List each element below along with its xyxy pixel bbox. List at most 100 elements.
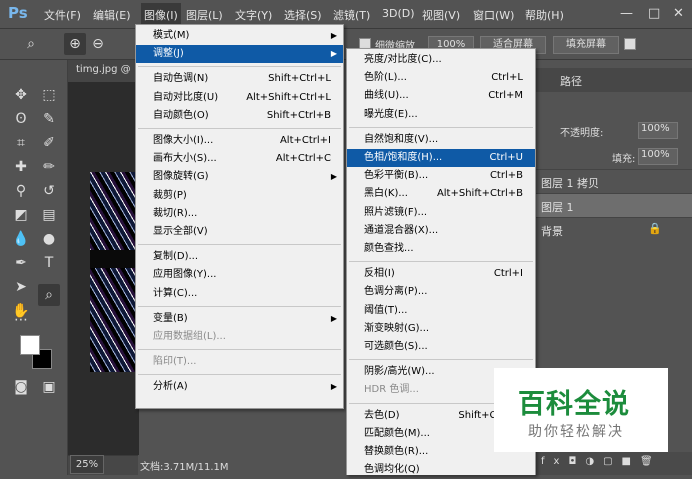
menu-2[interactable]: 图像(I) <box>141 3 181 25</box>
zoom-tool-icon[interactable]: ⌕ <box>20 33 42 55</box>
brush-tool-icon[interactable]: ✏ <box>38 156 60 178</box>
more-tools-icon[interactable]: ⋯ <box>10 309 32 331</box>
menu-item[interactable]: 模式(M) ▶ <box>136 27 343 45</box>
menu-item[interactable]: 曲线(U)... Ctrl+M <box>347 87 535 105</box>
opacity-label: 不透明度: <box>560 128 604 139</box>
fill-screen-button[interactable]: 填充屏幕 <box>553 36 619 54</box>
menu-item[interactable]: 通道混合器(X)... <box>347 222 535 240</box>
menu-item[interactable]: 黑白(K)... Alt+Shift+Ctrl+B <box>347 185 535 203</box>
quick-select-icon[interactable]: ✎ <box>38 108 60 130</box>
menu-8[interactable]: 视图(V) <box>422 7 460 23</box>
menu-item[interactable]: 画布大小(S)... Alt+Ctrl+C <box>136 150 343 168</box>
menu-3[interactable]: 图层(L) <box>186 7 223 23</box>
menu-item-label: 复制(D)... <box>153 251 199 263</box>
eraser-tool-icon[interactable]: ◩ <box>10 204 32 226</box>
menu-item[interactable]: 自动对比度(U) Alt+Shift+Ctrl+L <box>136 89 343 107</box>
menu-6[interactable]: 滤镜(T) <box>333 7 370 23</box>
menu-10[interactable]: 帮助(H) <box>525 7 564 23</box>
gradient-tool-icon[interactable]: ▤ <box>38 204 60 226</box>
layer-row-selected[interactable]: 图层 1 <box>535 193 692 217</box>
menu-5[interactable]: 选择(S) <box>284 7 322 23</box>
healing-brush-icon[interactable]: ✚ <box>10 156 32 178</box>
submenu-arrow-icon: ▶ <box>330 313 337 323</box>
menu-item-label: 去色(D) <box>364 409 400 421</box>
menu-item[interactable]: 图像旋转(G) ▶ <box>136 168 343 186</box>
minimize-button[interactable]: — <box>620 6 633 21</box>
menu-item-label: 自然饱和度(V)... <box>364 133 439 145</box>
menu-item[interactable]: 颜色查找... <box>347 240 535 258</box>
menu-item-label: 裁切(R)... <box>153 207 198 219</box>
tab-paths[interactable]: 路径 <box>560 73 582 89</box>
menu-4[interactable]: 文字(Y) <box>235 7 272 23</box>
path-select-icon[interactable]: ➤ <box>10 276 32 298</box>
menu-item-label: 反相(I) <box>364 268 395 280</box>
menu-item[interactable]: 色阶(L)... Ctrl+L <box>347 69 535 87</box>
menu-item[interactable]: 色相/饱和度(H)... Ctrl+U <box>347 149 535 167</box>
menu-1[interactable]: 编辑(E) <box>93 7 131 23</box>
menu-item[interactable]: 计算(C)... <box>136 285 343 303</box>
menu-item[interactable]: 可选颜色(S)... <box>347 338 535 356</box>
screen-mode-icon[interactable]: ▣ <box>38 376 60 398</box>
menu-item[interactable]: 应用图像(Y)... <box>136 266 343 284</box>
history-brush-icon[interactable]: ↺ <box>38 180 60 202</box>
checkbox[interactable] <box>624 38 636 50</box>
marquee-tool-icon[interactable]: ⬚ <box>38 84 60 106</box>
menu-item-label: 色调分离(P)... <box>364 286 428 298</box>
menu-item[interactable]: 色彩平衡(B)... Ctrl+B <box>347 167 535 185</box>
opacity-input[interactable]: 100% <box>638 122 678 139</box>
menu-separator <box>138 305 341 307</box>
layers-panel-footer-icons[interactable]: fx◘◑▢■🗑 <box>535 452 692 475</box>
menu-item: 陷印(T)... <box>136 353 343 371</box>
dodge-tool-icon[interactable]: ● <box>38 228 60 250</box>
menu-item[interactable]: 阈值(T)... <box>347 302 535 320</box>
menu-item[interactable]: 色调均化(Q) <box>347 461 535 479</box>
menu-item-label: 应用数据组(L)... <box>153 331 226 342</box>
quick-mask-icon[interactable]: ◙ <box>10 376 32 398</box>
lasso-tool-icon[interactable]: ʘ <box>10 108 32 130</box>
menu-item[interactable]: 渐变映射(G)... <box>347 320 535 338</box>
menu-item[interactable]: 调整(J) ▶ <box>136 45 343 64</box>
foreground-color-swatch[interactable] <box>20 335 40 355</box>
layer-name: 背景 <box>541 225 563 238</box>
menu-item[interactable]: 复制(D)... <box>136 248 343 266</box>
menu-item[interactable]: 反相(I) Ctrl+I <box>347 265 535 283</box>
menu-item[interactable]: 图像大小(I)... Alt+Ctrl+I <box>136 132 343 150</box>
menu-item[interactable]: 色调分离(P)... <box>347 283 535 301</box>
move-tool-icon[interactable]: ✥ <box>10 84 32 106</box>
document-tab[interactable]: timg.jpg @ <box>76 64 131 75</box>
menu-item[interactable]: 显示全部(V) <box>136 223 343 241</box>
zoom-level-field[interactable]: 25% <box>70 455 104 474</box>
layer-row[interactable]: 背景 🔒 <box>535 217 692 241</box>
eyedropper-icon[interactable]: ✐ <box>38 132 60 154</box>
menu-item-label: 色阶(L)... <box>364 72 407 84</box>
type-tool-icon[interactable]: T <box>38 252 60 274</box>
close-button[interactable]: ✕ <box>673 6 684 21</box>
menu-item[interactable]: 自动颜色(O) Shift+Ctrl+B <box>136 107 343 125</box>
menu-item[interactable]: 照片滤镜(F)... <box>347 204 535 222</box>
menu-7[interactable]: 3D(D) <box>382 7 415 20</box>
canvas-image <box>90 172 139 372</box>
menu-9[interactable]: 窗口(W) <box>473 7 514 23</box>
fill-input[interactable]: 100% <box>638 148 678 165</box>
menu-item[interactable]: 曝光度(E)... <box>347 106 535 124</box>
crop-tool-icon[interactable]: ⌗ <box>10 132 32 154</box>
zoom-in-icon[interactable]: ⊕ <box>64 33 86 55</box>
blur-tool-icon[interactable]: 💧 <box>10 228 32 250</box>
pen-tool-icon[interactable]: ✒ <box>10 252 32 274</box>
menu-item-label: 陷印(T)... <box>153 356 197 368</box>
menu-item[interactable]: 亮度/对比度(C)... <box>347 51 535 69</box>
stamp-tool-icon[interactable]: ⚲ <box>10 180 32 202</box>
zoom-tool-selected-icon[interactable]: ⌕ <box>38 284 60 306</box>
menu-item[interactable]: 自然饱和度(V)... <box>347 131 535 149</box>
zoom-out-icon[interactable]: ⊖ <box>87 33 109 55</box>
menu-item[interactable]: 变量(B) ▶ <box>136 310 343 328</box>
maximize-button[interactable]: □ <box>648 6 660 21</box>
menu-item[interactable]: 自动色调(N) Shift+Ctrl+L <box>136 70 343 88</box>
menu-0[interactable]: 文件(F) <box>44 7 81 23</box>
menu-item-shortcut: Alt+Ctrl+I <box>279 135 331 146</box>
menu-item[interactable]: 裁剪(P) <box>136 187 343 205</box>
menu-item[interactable]: 裁切(R)... <box>136 205 343 223</box>
layer-row[interactable]: 图层 1 拷贝 <box>535 169 692 193</box>
menu-item-label: 黑白(K)... <box>364 188 408 200</box>
menu-item[interactable]: 分析(A) ▶ <box>136 378 343 396</box>
